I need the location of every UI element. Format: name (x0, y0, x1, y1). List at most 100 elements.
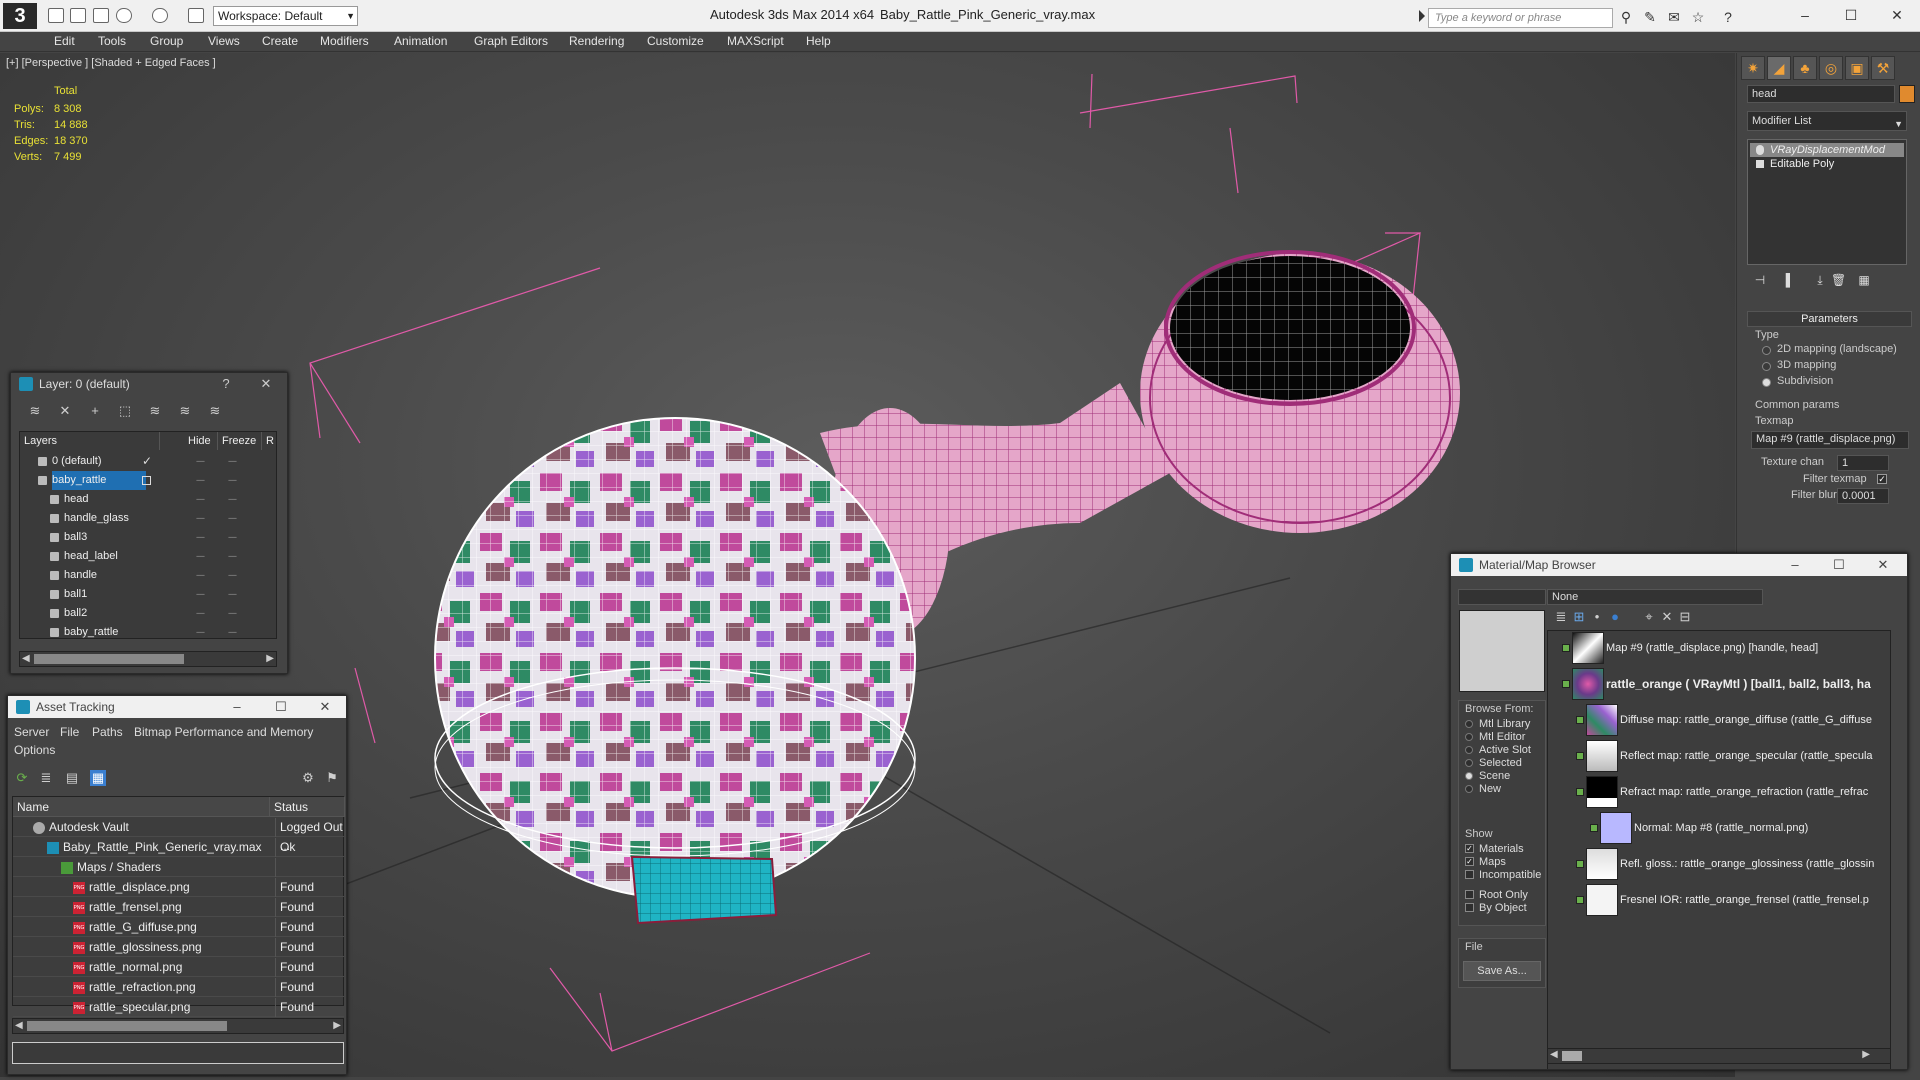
show-option[interactable]: By Object (1463, 901, 1527, 915)
col-status[interactable]: Status (270, 797, 345, 817)
texmap-button[interactable]: Map #9 (rattle_displace.png) (1751, 431, 1909, 449)
material-tree-row[interactable]: Refract map: rattle_orange_refraction (r… (1548, 775, 1890, 809)
col-layers[interactable]: Layers (20, 432, 160, 450)
minimize-button[interactable]: – (1792, 4, 1818, 26)
asset-row[interactable]: Baby_Rattle_Pink_Generic_vray.max Ok (13, 838, 344, 857)
save-as-button[interactable]: Save As... (1463, 961, 1541, 981)
layer-row[interactable]: ball2 ---- ---- (20, 604, 276, 623)
scroll-right-icon[interactable]: ▶ (266, 652, 274, 666)
expand-icon[interactable] (1756, 160, 1764, 168)
stack-item-editable-poly[interactable]: Editable Poly (1750, 157, 1904, 171)
asset-row[interactable]: PNG rattle_displace.png Found (13, 878, 344, 897)
layer-row[interactable]: baby_rattle ---- ---- (20, 623, 276, 638)
hide-toggle[interactable]: ---- (196, 509, 205, 528)
menu-maxscript[interactable]: MAXScript (727, 34, 784, 48)
add-to-layer-icon[interactable]: + (87, 403, 103, 419)
list-view-icon[interactable]: ≣ (1553, 609, 1569, 625)
scroll-thumb[interactable] (1562, 1051, 1582, 1061)
save-icon[interactable] (93, 8, 109, 23)
checkbox-icon[interactable] (1465, 870, 1474, 879)
menu-animation[interactable]: Animation (394, 34, 447, 48)
asset-row[interactable]: PNG rattle_G_diffuse.png Found (13, 918, 344, 937)
utilities-tab-icon[interactable]: ⚒ (1871, 56, 1895, 80)
menu-help[interactable]: Help (806, 34, 831, 48)
maximize-button[interactable]: ☐ (1828, 556, 1850, 574)
stack-item-vray-displacement[interactable]: VRayDisplacementMod (1750, 143, 1904, 157)
highlight-layer-icon[interactable]: ≋ (147, 403, 163, 419)
filter-texmap-checkbox[interactable]: ✓ (1877, 474, 1887, 484)
radio-icon[interactable] (1465, 772, 1473, 780)
subscription-icon[interactable]: ✎ (1642, 9, 1658, 25)
menu-group[interactable]: Group (150, 34, 183, 48)
hide-all-icon[interactable]: ≋ (177, 403, 193, 419)
freeze-toggle[interactable]: ---- (228, 509, 237, 528)
scroll-left-icon[interactable]: ◀ (22, 652, 30, 666)
browse-from-option[interactable]: Active Slot (1463, 743, 1531, 757)
table-view-icon[interactable]: ▤ (64, 770, 80, 786)
browse-from-option[interactable]: Selected (1463, 756, 1522, 770)
asset-row[interactable]: PNG rattle_specular.png Found (13, 998, 344, 1017)
checkbox-icon[interactable]: ✓ (1465, 857, 1474, 866)
close-button[interactable]: ✕ (1872, 556, 1894, 574)
layer-dialog-titlebar[interactable]: Layer: 0 (default) ? ✕ (11, 373, 287, 395)
menu-rendering[interactable]: Rendering (569, 34, 624, 48)
asset-row[interactable]: PNG rattle_frensel.png Found (13, 898, 344, 917)
remove-modifier-icon[interactable]: 🗑 (1831, 273, 1846, 287)
menu-server[interactable]: Server (14, 725, 49, 739)
radio-icon[interactable] (1465, 746, 1473, 754)
display-tab-icon[interactable]: ▣ (1845, 56, 1869, 80)
freeze-toggle[interactable]: ---- (228, 490, 237, 509)
new-file-icon[interactable] (48, 8, 64, 23)
maximize-button[interactable]: ☐ (270, 698, 292, 716)
lightbulb-icon[interactable] (1756, 145, 1764, 155)
hide-toggle[interactable]: ---- (196, 452, 205, 471)
menu-options[interactable]: Options (14, 743, 55, 757)
search-input[interactable]: Type a keyword or phrase (1428, 8, 1613, 28)
dot-icon[interactable]: • (1589, 609, 1605, 625)
show-option[interactable]: ✓ Materials (1463, 842, 1524, 856)
hide-toggle[interactable]: ---- (196, 604, 205, 623)
configure-sets-icon[interactable]: ▦ (1857, 273, 1871, 287)
freeze-toggle[interactable]: ---- (228, 585, 237, 604)
material-tree-row[interactable]: Diffuse map: rattle_orange_diffuse (ratt… (1548, 703, 1890, 737)
browse-from-option[interactable]: Mtl Editor (1463, 730, 1525, 744)
layer-row[interactable]: 0 (default) ✓ ---- ---- (20, 452, 276, 471)
menu-views[interactable]: Views (208, 34, 240, 48)
favorites-star-icon[interactable]: ☆ (1690, 9, 1706, 25)
menu-tools[interactable]: Tools (98, 34, 126, 48)
pick-icon[interactable]: ⌖ (1641, 609, 1657, 625)
menu-file[interactable]: File (60, 725, 79, 739)
help-icon[interactable]: ? (1720, 9, 1736, 25)
layer-hscroll[interactable]: ◀ ▶ (19, 651, 277, 667)
maximize-button[interactable]: ☐ (1838, 4, 1864, 26)
minimize-button[interactable]: – (226, 698, 248, 716)
layer-row[interactable]: head ---- ---- (20, 490, 276, 509)
material-browser-titlebar[interactable]: Material/Map Browser – ☐ ✕ (1451, 554, 1907, 576)
list-view-icon[interactable]: ≣ (38, 770, 54, 786)
object-color-swatch[interactable] (1899, 85, 1915, 103)
hide-toggle[interactable]: ---- (196, 547, 205, 566)
layer-row[interactable]: ball1 ---- ---- (20, 585, 276, 604)
asset-row[interactable]: Autodesk Vault Logged Out ... (13, 818, 344, 853)
menu-edit[interactable]: Edit (54, 34, 75, 48)
asset-tracking-titlebar[interactable]: Asset Tracking – ☐ ✕ (8, 696, 346, 718)
hierarchy-tab-icon[interactable]: ♣ (1793, 56, 1817, 80)
layer-row[interactable]: handle ---- ---- (20, 566, 276, 585)
radio-icon[interactable] (1465, 733, 1473, 741)
asset-hscroll[interactable]: ◀ ▶ (12, 1018, 344, 1034)
freeze-all-icon[interactable]: ≋ (207, 403, 223, 419)
expand-search-icon[interactable] (1419, 10, 1425, 22)
hide-toggle[interactable]: ---- (196, 623, 205, 638)
col-hide[interactable]: Hide (184, 432, 218, 450)
hide-toggle[interactable]: ---- (196, 471, 205, 490)
menu-paths[interactable]: Paths (92, 725, 123, 739)
viewport-label[interactable]: [+] [Perspective ] [Shaded + Edged Faces… (6, 57, 216, 69)
checkbox-icon[interactable]: ✓ (1465, 844, 1474, 853)
col-freeze[interactable]: Freeze (218, 432, 262, 450)
scroll-left-icon[interactable]: ◀ (15, 1019, 23, 1033)
undo-icon[interactable] (116, 8, 132, 23)
show-option[interactable]: ✓ Maps (1463, 855, 1506, 869)
hide-toggle[interactable]: ---- (196, 585, 205, 604)
current-layer-box-icon[interactable] (142, 476, 151, 485)
minimize-button[interactable]: – (1784, 556, 1806, 574)
